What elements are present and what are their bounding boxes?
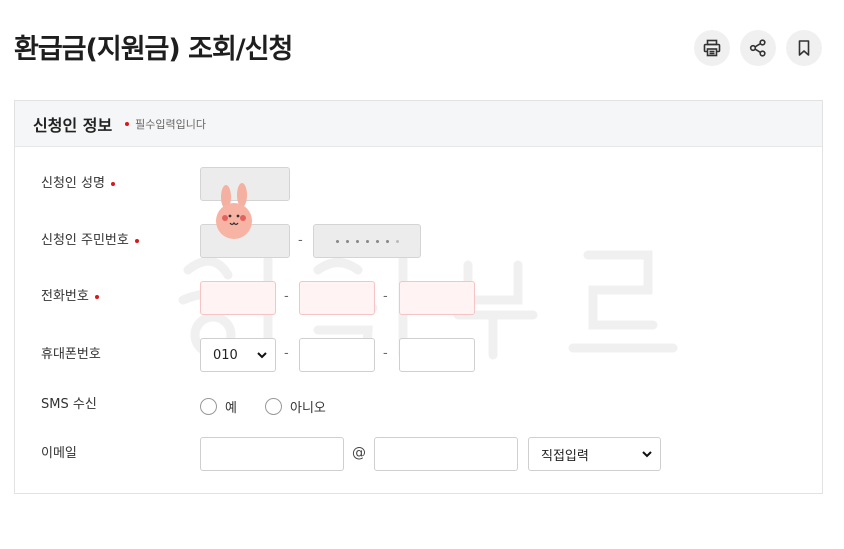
mobile-prefix-value: 010 [213, 347, 238, 363]
email-id-input[interactable] [200, 437, 344, 471]
chevron-down-icon [257, 352, 267, 359]
print-button[interactable] [694, 30, 730, 66]
print-icon [703, 39, 721, 57]
email-domain-select-value: 직접입력 [541, 448, 589, 464]
required-dot [94, 294, 99, 299]
applicant-name-label-text: 신청인 성명 [41, 176, 105, 191]
page-title: 환급금(지원금) 조회/신청 [14, 34, 293, 65]
mobile-middle-input[interactable] [299, 338, 375, 372]
dash-separator: - [298, 233, 303, 248]
section-title: 신청인 정보 [33, 115, 113, 135]
sms-no-label: 아니오 [290, 401, 326, 416]
phone-label: 전화번호 [41, 288, 99, 306]
page-toolbar [694, 30, 822, 66]
required-note: 필수입력입니다 [135, 117, 207, 131]
resident-number-label-text: 신청인 주민번호 [41, 233, 129, 248]
mobile-prefix-select[interactable]: 010 [200, 338, 276, 372]
email-domain-input[interactable] [374, 437, 518, 471]
sms-no-radio[interactable] [265, 398, 282, 415]
sms-yes-label: 예 [225, 401, 237, 416]
mobile-last-input[interactable] [399, 338, 475, 372]
sms-label: SMS 수신 [41, 396, 97, 414]
panel-header: 신청인 정보 필수입력입니다 [15, 101, 822, 147]
phone-last-input[interactable] [399, 281, 475, 315]
mobile-label-text: 휴대폰번호 [41, 347, 101, 362]
at-separator: @ [352, 445, 366, 461]
sms-label-text: SMS 수신 [41, 397, 97, 412]
dash-separator: - [383, 346, 388, 361]
applicant-name-label: 신청인 성명 [41, 175, 115, 193]
dash-separator: - [383, 289, 388, 304]
phone-label-text: 전화번호 [41, 289, 89, 304]
sms-no-option[interactable]: 아니오 [265, 397, 326, 416]
phone-area-input[interactable] [200, 281, 276, 315]
chevron-down-icon [642, 451, 652, 458]
email-label-text: 이메일 [41, 446, 77, 461]
phone-middle-input[interactable] [299, 281, 375, 315]
dash-separator: - [284, 289, 289, 304]
bookmark-icon [798, 40, 810, 56]
required-dot [134, 238, 139, 243]
required-dot [110, 181, 115, 186]
email-label: 이메일 [41, 445, 77, 463]
sms-yes-radio[interactable] [200, 398, 217, 415]
required-dot [125, 121, 130, 126]
bookmark-button[interactable] [786, 30, 822, 66]
resident-number-label: 신청인 주민번호 [41, 232, 139, 250]
mobile-label: 휴대폰번호 [41, 346, 101, 364]
dash-separator: - [284, 346, 289, 361]
sms-yes-option[interactable]: 예 [200, 397, 237, 416]
bunny-sticker [216, 183, 252, 239]
share-button[interactable] [740, 30, 776, 66]
resident-number-back-field[interactable] [313, 224, 421, 258]
share-icon [749, 39, 766, 57]
email-domain-select[interactable]: 직접입력 [528, 437, 661, 471]
